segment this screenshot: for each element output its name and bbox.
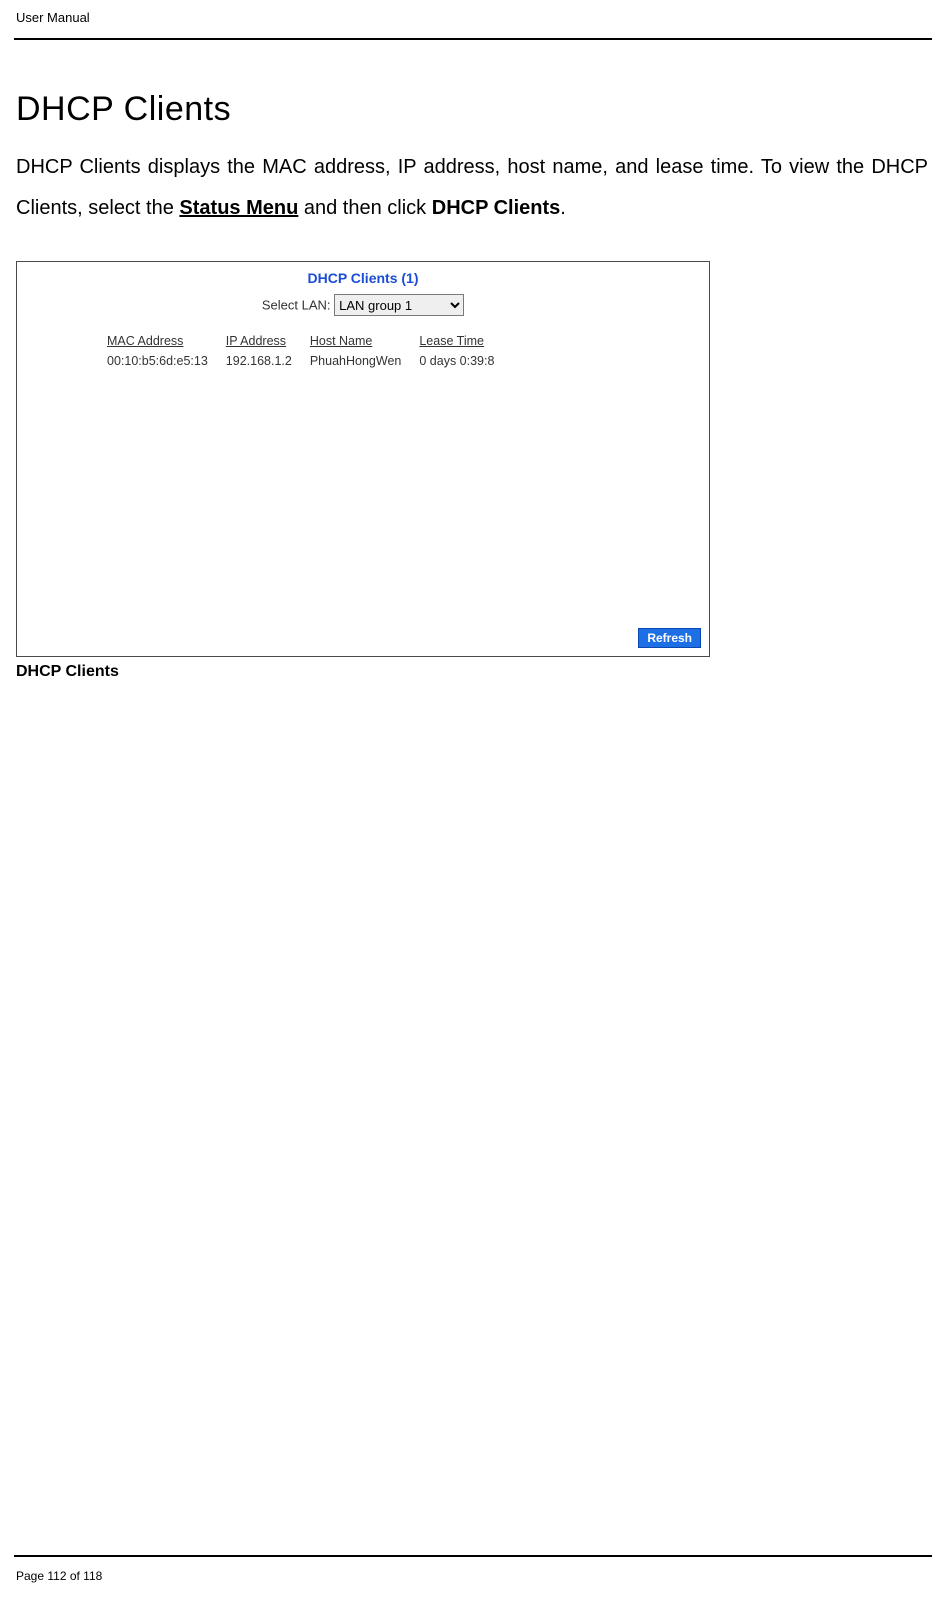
select-lan-label: Select LAN: xyxy=(262,298,331,313)
dhcp-clients-ref: DHCP Clients xyxy=(432,197,561,219)
header-label: User Manual xyxy=(16,10,90,25)
figure-caption: DHCP Clients xyxy=(16,663,710,681)
top-divider xyxy=(14,38,932,40)
col-lease: Lease Time xyxy=(419,334,512,354)
dhcp-clients-panel: DHCP Clients (1) Select LAN: LAN group 1… xyxy=(16,261,710,657)
select-lan-row: Select LAN: LAN group 1 xyxy=(17,294,709,316)
content-area: DHCP Clients DHCP Clients displays the M… xyxy=(16,90,928,681)
col-mac: MAC Address xyxy=(107,334,226,354)
table-header-row: MAC Address IP Address Host Name Lease T… xyxy=(107,334,512,354)
clients-table: MAC Address IP Address Host Name Lease T… xyxy=(107,334,512,372)
cell-lease: 0 days 0:39:8 xyxy=(419,354,512,372)
col-host: Host Name xyxy=(310,334,420,354)
para-suffix: . xyxy=(560,197,566,219)
status-menu-ref: Status Menu xyxy=(179,197,298,219)
cell-mac: 00:10:b5:6d:e5:13 xyxy=(107,354,226,372)
cell-host: PhuahHongWen xyxy=(310,354,420,372)
table-row: 00:10:b5:6d:e5:13 192.168.1.2 PhuahHongW… xyxy=(107,354,512,372)
col-ip: IP Address xyxy=(226,334,310,354)
para-mid: and then click xyxy=(298,197,431,219)
panel-title: DHCP Clients (1) xyxy=(17,270,709,286)
refresh-button[interactable]: Refresh xyxy=(638,628,701,648)
select-lan-dropdown[interactable]: LAN group 1 xyxy=(334,294,464,316)
intro-paragraph: DHCP Clients displays the MAC address, I… xyxy=(16,147,928,229)
bottom-divider xyxy=(14,1555,932,1557)
cell-ip: 192.168.1.2 xyxy=(226,354,310,372)
page-title: DHCP Clients xyxy=(16,90,928,129)
page-number: Page 112 of 118 xyxy=(16,1569,102,1583)
